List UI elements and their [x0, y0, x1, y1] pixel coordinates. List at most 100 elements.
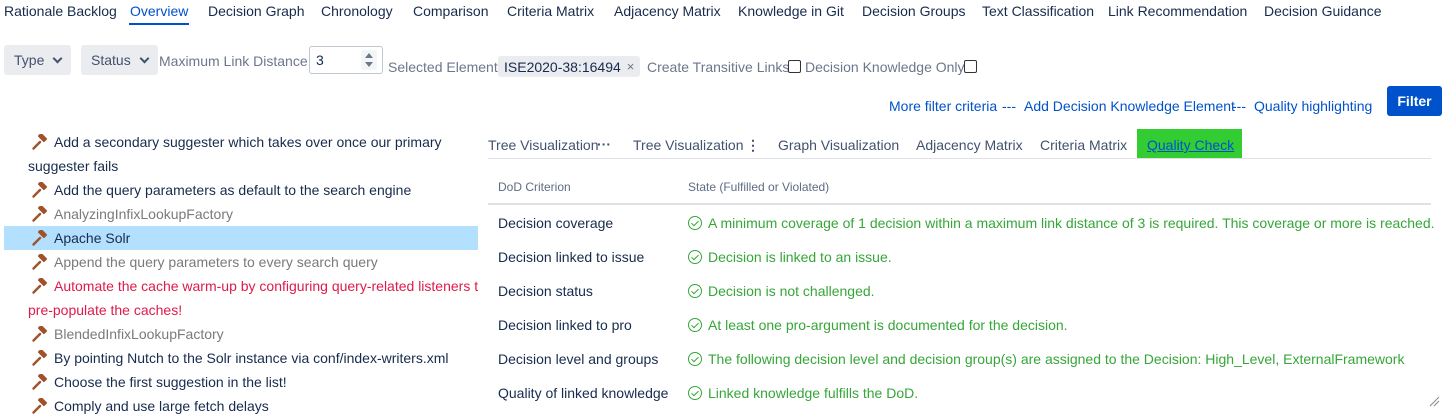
- tree-item-label: Append the query parameters to every sea…: [54, 254, 378, 270]
- max-link-distance-label: Maximum Link Distance: [159, 53, 308, 69]
- dod-state: The following decision level and decisio…: [688, 351, 1404, 367]
- dod-state-text: A minimum coverage of 1 decision within …: [708, 215, 1435, 231]
- dod-state: Linked knowledge fulfills the DoD.: [688, 385, 918, 401]
- tab-criteria-matrix[interactable]: Criteria Matrix: [507, 3, 594, 19]
- transitive-links-checkbox[interactable]: [788, 60, 801, 73]
- tree-item-label-continued: pre-populate the caches!: [28, 302, 183, 318]
- tab-comparison[interactable]: Comparison: [413, 3, 488, 19]
- close-icon[interactable]: ×: [627, 59, 635, 74]
- tab-tree-visualization[interactable]: Tree Visualization: [488, 137, 599, 153]
- tree-item-label: BlendedInfixLookupFactory: [54, 326, 224, 342]
- tab-link-recommendation[interactable]: Link Recommendation: [1108, 3, 1247, 19]
- gavel-icon: [32, 230, 48, 246]
- tree-item[interactable]: By pointing Nutch to the Solr instance v…: [4, 346, 478, 370]
- gavel-icon: [32, 182, 48, 198]
- quality-highlighting-link[interactable]: Quality highlighting: [1254, 98, 1372, 114]
- number-stepper[interactable]: [361, 50, 377, 70]
- tree-item-label: Add the query parameters as default to t…: [54, 182, 412, 198]
- tab-chronology[interactable]: Chronology: [321, 3, 393, 19]
- tree-item[interactable]: Automate the cache warm-up by configurin…: [4, 274, 478, 322]
- tab-adjacency-matrix[interactable]: Adjacency Matrix: [614, 3, 721, 19]
- dod-criterion: Decision level and groups: [498, 351, 659, 367]
- tab-text-classification[interactable]: Text Classification: [982, 3, 1094, 19]
- dod-state-text: Decision is linked to an issue.: [708, 249, 892, 265]
- tab-decision-guidance[interactable]: Decision Guidance: [1264, 3, 1382, 19]
- active-tab-indicator: [129, 23, 189, 25]
- tree-item[interactable]: Choose the first suggestion in the list!: [4, 370, 478, 394]
- add-decision-knowledge-link[interactable]: Add Decision Knowledge Element: [1024, 98, 1235, 114]
- link-separator: ---: [1232, 98, 1246, 114]
- stepper-up-icon[interactable]: [365, 53, 373, 58]
- tree-item[interactable]: AnalyzingInfixLookupFactory: [4, 202, 478, 226]
- tree-item[interactable]: Add a secondary suggester which takes ov…: [4, 130, 478, 178]
- tab-knowledge-in-git[interactable]: Knowledge in Git: [738, 3, 844, 19]
- gavel-icon: [32, 374, 48, 390]
- tab-criteria-matrix-view[interactable]: Criteria Matrix: [1040, 137, 1127, 153]
- dod-state-text: At least one pro-argument is documented …: [708, 317, 1068, 333]
- tab-divider: [488, 158, 1431, 159]
- tree-item[interactable]: Add the query parameters as default to t…: [4, 178, 478, 202]
- tree-item[interactable]: Append the query parameters to every sea…: [4, 250, 478, 274]
- tree-item-label: Automate the cache warm-up by configurin…: [54, 278, 478, 294]
- tree-item[interactable]: Apache Solr: [4, 226, 478, 250]
- chevron-down-icon: [139, 53, 150, 63]
- dod-criterion: Decision linked to pro: [498, 317, 632, 333]
- tab-decision-graph[interactable]: Decision Graph: [208, 3, 305, 19]
- selected-element-label: Selected Element:: [388, 59, 502, 75]
- tree-item-label: Apache Solr: [54, 230, 131, 246]
- tree-item-label-continued: suggester fails: [28, 158, 119, 174]
- dod-criterion: Decision status: [498, 283, 593, 299]
- tab-tree-visualization-2[interactable]: Tree Visualization: [633, 137, 744, 153]
- gavel-icon: [32, 278, 48, 294]
- selected-element-value: ISE2020-38:16494: [504, 58, 621, 75]
- filter-button[interactable]: Filter: [1387, 86, 1442, 116]
- gavel-icon: [32, 350, 48, 366]
- dod-state: A minimum coverage of 1 decision within …: [688, 215, 1435, 231]
- status-dropdown-label: Status: [91, 52, 131, 68]
- tab-rationale-backlog[interactable]: Rationale Backlog: [4, 3, 117, 19]
- dod-state-text: Linked knowledge fulfills the DoD.: [708, 385, 919, 401]
- tab-overview[interactable]: Overview: [130, 3, 188, 19]
- tab-decision-groups[interactable]: Decision Groups: [862, 3, 966, 19]
- tree-item-label: AnalyzingInfixLookupFactory: [54, 206, 233, 222]
- gavel-icon: [32, 254, 48, 270]
- link-separator: ---: [1002, 98, 1016, 114]
- transitive-links-label: Create Transitive Links: [647, 59, 790, 75]
- check-circle-icon: [688, 250, 702, 264]
- type-dropdown[interactable]: Type: [4, 45, 72, 75]
- tab-quality-check[interactable]: Quality Check: [1147, 137, 1234, 153]
- more-vertical-icon[interactable]: ⋮: [746, 137, 760, 154]
- check-circle-icon: [688, 284, 702, 298]
- decision-knowledge-only-label: Decision Knowledge Only: [805, 59, 965, 75]
- gavel-icon: [32, 398, 48, 414]
- dod-criterion: Decision coverage: [498, 215, 614, 231]
- chevron-down-icon: [52, 53, 63, 63]
- dod-state: Decision is linked to an issue.: [688, 249, 892, 265]
- tree-item-label: Choose the first suggestion in the list!: [54, 374, 287, 390]
- gavel-icon: [32, 206, 48, 222]
- check-circle-icon: [688, 386, 702, 400]
- gavel-icon: [32, 326, 48, 342]
- knowledge-tree: Add a secondary suggester which takes ov…: [0, 130, 478, 417]
- tab-graph-visualization[interactable]: Graph Visualization: [778, 137, 899, 153]
- dod-criterion: Quality of linked knowledge: [498, 385, 669, 401]
- dod-state-text: Decision is not challenged.: [708, 283, 875, 299]
- type-dropdown-label: Type: [14, 52, 45, 68]
- gavel-icon: [32, 134, 48, 150]
- status-dropdown[interactable]: Status: [81, 45, 158, 75]
- column-header-state: State (Fulfilled or Violated): [688, 180, 830, 194]
- tree-item[interactable]: Comply and use large fetch delays: [4, 394, 478, 417]
- dod-state-text: The following decision level and decisio…: [708, 351, 1405, 367]
- dod-criterion: Decision linked to issue: [498, 249, 645, 265]
- tab-adjacency-matrix-view[interactable]: Adjacency Matrix: [916, 137, 1023, 153]
- tree-item-label: Add a secondary suggester which takes ov…: [54, 134, 442, 150]
- dod-state: At least one pro-argument is documented …: [688, 317, 1068, 333]
- dod-state: Decision is not challenged.: [688, 283, 875, 299]
- tree-item[interactable]: BlendedInfixLookupFactory: [4, 322, 478, 346]
- stepper-down-icon[interactable]: [365, 62, 373, 67]
- more-filter-criteria-link[interactable]: More filter criteria: [889, 98, 997, 114]
- resize-handle-icon[interactable]: [1428, 395, 1440, 407]
- decision-knowledge-only-checkbox[interactable]: [964, 60, 977, 73]
- tree-item-label: Comply and use large fetch delays: [54, 398, 269, 414]
- more-horizontal-icon[interactable]: ···: [597, 136, 611, 152]
